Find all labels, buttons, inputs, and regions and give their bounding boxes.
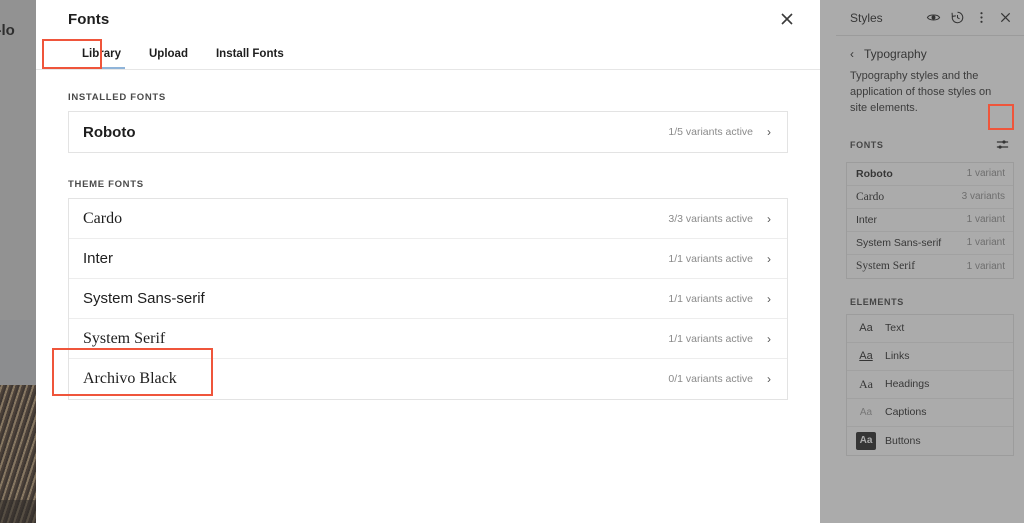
sidebar-title: Styles	[850, 10, 883, 25]
sidebar-section-fonts-header: Fonts	[836, 135, 1024, 155]
section-label-installed-fonts: Installed Fonts	[68, 92, 166, 103]
sidebar-element-label: Captions	[885, 406, 927, 419]
sidebar-element-label: Links	[885, 350, 910, 363]
tab-install-fonts-label: Install Fonts	[215, 47, 284, 60]
font-name: Archivo Black	[83, 370, 177, 387]
chevron-right-icon: ›	[767, 251, 771, 266]
tab-active-underline	[78, 67, 125, 69]
sidebar-font-variants: 1 variant	[966, 237, 1005, 249]
sidebar-font-variants: 3 variants	[961, 191, 1005, 203]
revisions-icon[interactable]	[946, 7, 968, 29]
chevron-right-icon: ›	[767, 291, 771, 306]
font-name: Inter	[83, 250, 114, 267]
buttons-preview-icon: Aa	[856, 431, 876, 450]
sidebar-element-row-buttons[interactable]: Aa Buttons	[847, 427, 1013, 455]
sidebar-section-elements-header: Elements	[836, 297, 1024, 307]
more-options-icon[interactable]	[970, 7, 992, 29]
font-row-inter[interactable]: Inter 1/1 variants active ›	[69, 239, 787, 279]
sidebar-element-row-text[interactable]: Aa Text	[847, 315, 1013, 343]
sidebar-elements-list: Aa Text Aa Links Aa Headings Aa Captions…	[846, 313, 1014, 456]
tab-library[interactable]: Library	[68, 38, 135, 69]
sidebar-font-name: Cardo	[856, 190, 885, 203]
sidebar-section-label-fonts: Fonts	[850, 139, 884, 150]
sidebar-font-name: System Serif	[856, 260, 916, 273]
font-name: System Sans-serif	[83, 290, 205, 307]
text-preview-icon: Aa	[859, 322, 873, 335]
styles-sidebar: Styles ‹ Typography Typography styles an…	[836, 0, 1024, 523]
sidebar-header: Styles	[836, 0, 1024, 36]
sidebar-nav-title: Typography	[864, 47, 927, 61]
sidebar-element-row-captions[interactable]: Aa Captions	[847, 399, 1013, 427]
sidebar-element-label: Headings	[885, 378, 930, 391]
font-row-system-serif[interactable]: System Serif 1/1 variants active ›	[69, 319, 787, 359]
modal-body: Installed Fonts Roboto 1/5 variants acti…	[36, 70, 820, 523]
font-variants: 1/1 variants active	[668, 252, 753, 265]
font-name: System Serif	[83, 329, 166, 347]
font-variants: 0/1 variants active	[668, 373, 753, 385]
fonts-modal: Fonts Library Upload Install Fonts INSTA…	[36, 0, 820, 523]
sidebar-element-label: Text	[885, 322, 905, 335]
sliders-filter-icon[interactable]	[992, 135, 1012, 155]
sidebar-font-name: Inter	[856, 213, 878, 226]
eye-icon[interactable]	[922, 7, 944, 29]
modal-title: Fonts	[68, 10, 110, 28]
captions-preview-icon: Aa	[859, 406, 873, 418]
theme-fonts-list: Cardo 3/3 variants active › Inter 1/1 va…	[68, 198, 788, 400]
sidebar-font-variants: 1 variant	[966, 260, 1005, 272]
sidebar-font-variants: 1 variant	[966, 214, 1005, 226]
tab-upload[interactable]: Upload	[135, 38, 202, 69]
modal-header: Fonts	[36, 0, 820, 38]
sidebar-font-row-roboto[interactable]: Roboto 1 variant	[847, 163, 1013, 186]
sidebar-description: Typography styles and the application of…	[850, 70, 992, 114]
font-name: Roboto	[83, 123, 136, 141]
tab-install-fonts[interactable]: Install Fonts	[202, 38, 298, 69]
sidebar-header-actions	[922, 7, 1016, 29]
chevron-right-icon: ›	[767, 331, 771, 346]
sidebar-font-name: System Sans-serif	[856, 236, 942, 249]
sidebar-fonts-list: Roboto 1 variant Cardo 3 variants Inter …	[846, 161, 1014, 279]
screen: ent-lo Fonts Library Upload	[0, 0, 1024, 523]
close-icon[interactable]	[994, 7, 1016, 29]
font-variants: 1/1 variants active	[668, 292, 753, 305]
sidebar-element-row-links[interactable]: Aa Links	[847, 343, 1013, 371]
back-chevron-icon[interactable]: ‹	[850, 48, 854, 60]
close-icon[interactable]	[774, 6, 800, 32]
font-row-roboto[interactable]: Roboto 1/5 variants active ›	[69, 112, 787, 152]
font-row-system-sans-serif[interactable]: System Sans-serif 1/1 variants active ›	[69, 279, 787, 319]
chevron-right-icon: ›	[767, 372, 771, 386]
font-variants: 3/3 variants active	[668, 212, 753, 225]
section-label-theme-fonts: Theme Fonts	[68, 179, 144, 190]
sidebar-font-name: Roboto	[856, 167, 893, 180]
sidebar-element-row-headings[interactable]: Aa Headings	[847, 371, 1013, 399]
chevron-right-icon: ›	[767, 211, 771, 226]
sidebar-breadcrumb: ‹ Typography	[836, 41, 1024, 67]
font-row-cardo[interactable]: Cardo 3/3 variants active ›	[69, 199, 787, 239]
sidebar-section-label-elements: Elements	[850, 296, 904, 307]
sidebar-font-row-cardo[interactable]: Cardo 3 variants	[847, 186, 1013, 209]
installed-fonts-list: Roboto 1/5 variants active ›	[68, 111, 788, 153]
sidebar-font-row-system-serif[interactable]: System Serif 1 variant	[847, 255, 1013, 278]
sidebar-font-variants: 1 variant	[966, 168, 1005, 180]
font-name: Cardo	[83, 209, 123, 227]
headings-preview-icon: Aa	[859, 376, 873, 391]
chevron-right-icon: ›	[767, 125, 771, 139]
tab-upload-label: Upload	[149, 47, 188, 60]
sidebar-element-label: Buttons	[885, 434, 921, 447]
sidebar-font-row-system-sans-serif[interactable]: System Sans-serif 1 variant	[847, 232, 1013, 255]
font-variants: 1/1 variants active	[668, 332, 753, 345]
font-variants: 1/5 variants active	[668, 126, 753, 138]
tab-underline	[145, 67, 192, 69]
modal-tabs: Library Upload Install Fonts	[36, 38, 820, 70]
links-preview-icon: Aa	[859, 350, 873, 363]
sidebar-font-row-inter[interactable]: Inter 1 variant	[847, 209, 1013, 232]
tab-library-label: Library	[82, 47, 121, 60]
font-row-archivo-black[interactable]: Archivo Black 0/1 variants active ›	[69, 359, 787, 399]
tab-underline	[212, 67, 288, 69]
